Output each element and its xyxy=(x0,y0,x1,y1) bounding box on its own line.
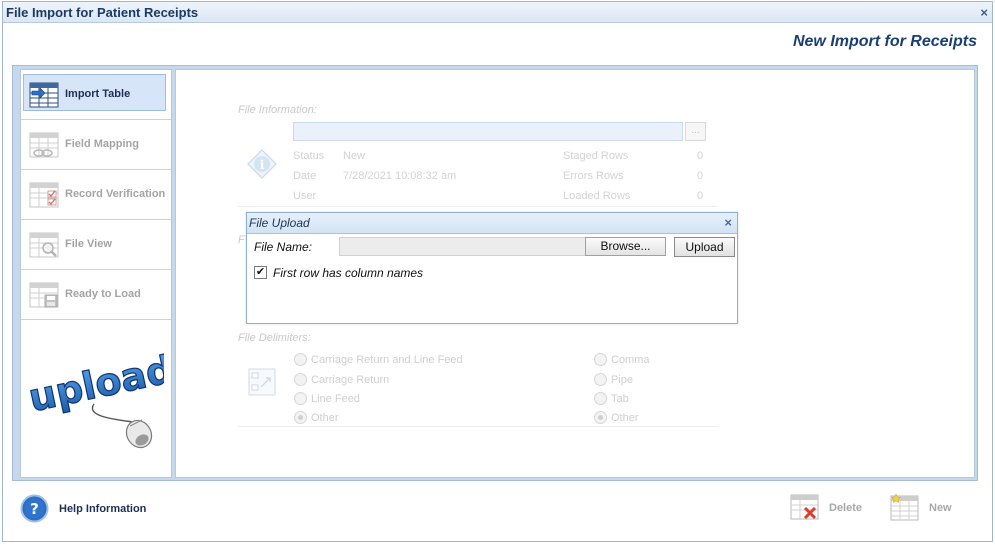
dialog-title: File Upload xyxy=(249,216,310,230)
info-icon: i xyxy=(247,149,277,179)
wizard-sidebar: Import Table Field Mapping Record Verifi… xyxy=(20,69,172,478)
file-view-icon xyxy=(29,232,59,257)
new-icon xyxy=(890,494,919,521)
row-delim-crlf-label: Carriage Return and Line Feed xyxy=(311,354,463,366)
first-row-checkbox[interactable]: ✔ xyxy=(254,266,267,279)
import-table-icon xyxy=(29,82,59,107)
delete-icon xyxy=(790,494,819,520)
sidebar-item-label: File View xyxy=(65,238,112,250)
file-info-title: File Information: xyxy=(238,104,317,116)
col-delim-pipe-label: Pipe xyxy=(611,374,634,386)
user-label: User xyxy=(293,190,317,202)
sidebar-item-label: Record Verification xyxy=(65,188,166,200)
date-value: 7/28/2021 10:08:32 am xyxy=(343,170,457,182)
window-title: File Import for Patient Receipts xyxy=(6,5,199,20)
staged-rows-label: Staged Rows xyxy=(563,150,629,162)
loaded-rows-label: Loaded Rows xyxy=(563,190,631,202)
delimiters-icon xyxy=(248,368,276,396)
help-information-label: Help Information xyxy=(59,502,147,515)
file-info-browse-button[interactable]: ... xyxy=(685,122,706,141)
svg-text:?: ? xyxy=(30,500,39,518)
dialog-header: File Upload × xyxy=(247,213,737,234)
col-delim-comma-label: Comma xyxy=(611,354,650,366)
record-verification-icon xyxy=(29,182,59,207)
status-label: Status xyxy=(293,150,325,162)
errors-rows-value: 0 xyxy=(697,170,704,182)
row-delim-other-radio[interactable] xyxy=(294,411,307,424)
new-label: New xyxy=(929,501,952,514)
staged-rows-value: 0 xyxy=(697,150,704,162)
col-delim-tab-radio[interactable] xyxy=(594,392,607,405)
sidebar-item-label: Import Table xyxy=(65,88,131,100)
window-titlebar: File Import for Patient Receipts × xyxy=(3,2,992,23)
window-close-icon[interactable]: × xyxy=(980,5,988,20)
file-upload-dialog: File Upload × File Name: Browse... Uploa… xyxy=(246,212,738,324)
field-mapping-icon xyxy=(29,132,59,157)
help-icon: ? xyxy=(20,494,49,523)
sidebar-item-field-mapping[interactable]: Field Mapping xyxy=(21,120,171,170)
file-info-path-field[interactable] xyxy=(293,122,683,141)
upload-logo: upload xyxy=(24,346,164,449)
page-heading: New Import for Receipts xyxy=(792,33,977,50)
row-delim-lf-radio[interactable] xyxy=(294,392,307,405)
sidebar-item-record-verification[interactable]: Record Verification xyxy=(21,170,171,220)
sidebar-item-label: Field Mapping xyxy=(65,138,139,150)
date-label: Date xyxy=(293,170,317,182)
svg-text:i: i xyxy=(260,158,265,172)
loaded-rows-value: 0 xyxy=(697,190,704,202)
hidden-section-title: F xyxy=(238,234,245,246)
new-button[interactable]: New xyxy=(890,494,952,521)
sidebar-item-label: Ready to Load xyxy=(65,288,141,300)
file-name-input[interactable] xyxy=(339,237,586,256)
col-delim-pipe-radio[interactable] xyxy=(594,373,607,386)
help-information-button[interactable]: ? Help Information xyxy=(20,494,146,523)
row-delim-crlf-radio[interactable] xyxy=(294,353,307,366)
row-delim-other-label: Other xyxy=(311,412,339,424)
delimiters-title: File Delimiters: xyxy=(238,332,311,344)
sidebar-item-ready-to-load[interactable]: Ready to Load xyxy=(21,270,171,320)
sidebar-item-import-table[interactable]: Import Table xyxy=(21,70,171,120)
row-delim-cr-label: Carriage Return xyxy=(311,374,390,386)
col-delim-other-label: Other xyxy=(611,412,639,424)
status-value: New xyxy=(343,150,366,162)
upload-logo-text: upload xyxy=(25,347,164,420)
row-delim-lf-label: Line Feed xyxy=(311,393,360,405)
first-row-label: First row has column names xyxy=(273,266,424,280)
col-delim-tab-label: Tab xyxy=(611,393,629,405)
delete-button[interactable]: Delete xyxy=(790,494,862,521)
browse-button[interactable]: Browse... xyxy=(585,237,666,256)
upload-button[interactable]: Upload xyxy=(674,237,735,257)
sidebar-item-file-view[interactable]: File View xyxy=(21,220,171,270)
errors-rows-label: Errors Rows xyxy=(563,170,624,182)
col-delim-comma-radio[interactable] xyxy=(594,353,607,366)
col-delim-other-radio[interactable] xyxy=(594,411,607,424)
delete-label: Delete xyxy=(829,501,863,514)
dialog-close-icon[interactable]: × xyxy=(724,215,732,230)
ready-to-load-icon xyxy=(29,282,59,307)
file-name-label: File Name: xyxy=(254,240,313,254)
row-delim-cr-radio[interactable] xyxy=(294,373,307,386)
